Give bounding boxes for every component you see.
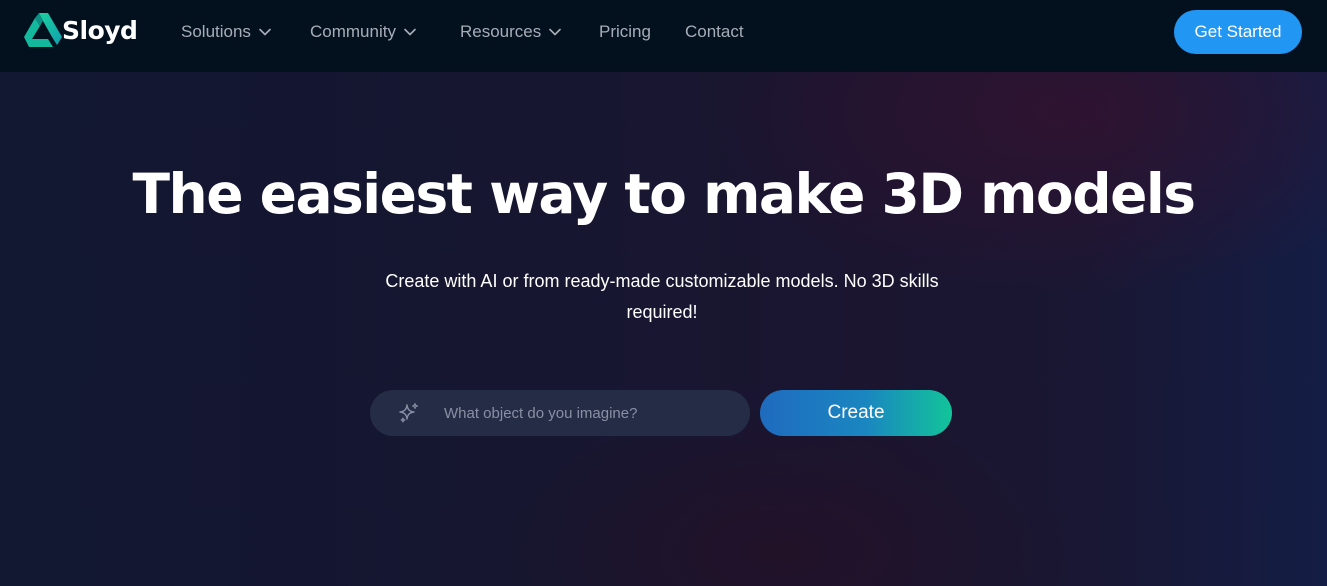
nav-item-solutions[interactable]: Solutions — [181, 21, 271, 43]
brand-logo[interactable]: Sloyd — [22, 11, 138, 49]
nav-item-label: Contact — [685, 22, 744, 41]
nav-item-label: Pricing — [599, 22, 651, 41]
brand-name: Sloyd — [62, 15, 138, 45]
hero-headline: The easiest way to make 3D models — [132, 162, 1196, 226]
sparkle-icon — [399, 402, 419, 423]
chevron-down-icon — [259, 28, 271, 36]
nav-item-resources[interactable]: Resources — [460, 21, 562, 43]
get-started-button[interactable]: Get Started — [1174, 10, 1302, 54]
nav-item-label: Resources — [460, 22, 542, 41]
nav-item-community[interactable]: Community — [310, 21, 416, 43]
nav-item-label: Solutions — [181, 22, 251, 41]
top-navbar: Sloyd Solutions Community Resources Pric… — [0, 0, 1327, 72]
sloyd-logo-icon — [24, 13, 62, 47]
create-button[interactable]: Create — [760, 390, 952, 436]
hero-subtitle: Create with AI or from ready-made custom… — [385, 271, 939, 322]
nav-item-label: Community — [310, 22, 396, 41]
nav-item-pricing[interactable]: Pricing — [599, 21, 651, 43]
chevron-down-icon — [404, 28, 416, 36]
hero-section: The easiest way to make 3D models Create… — [0, 72, 1327, 586]
chevron-down-icon — [549, 28, 562, 36]
prompt-input[interactable] — [444, 390, 734, 436]
prompt-search-bar[interactable] — [370, 390, 750, 436]
nav-item-contact[interactable]: Contact — [685, 21, 744, 43]
